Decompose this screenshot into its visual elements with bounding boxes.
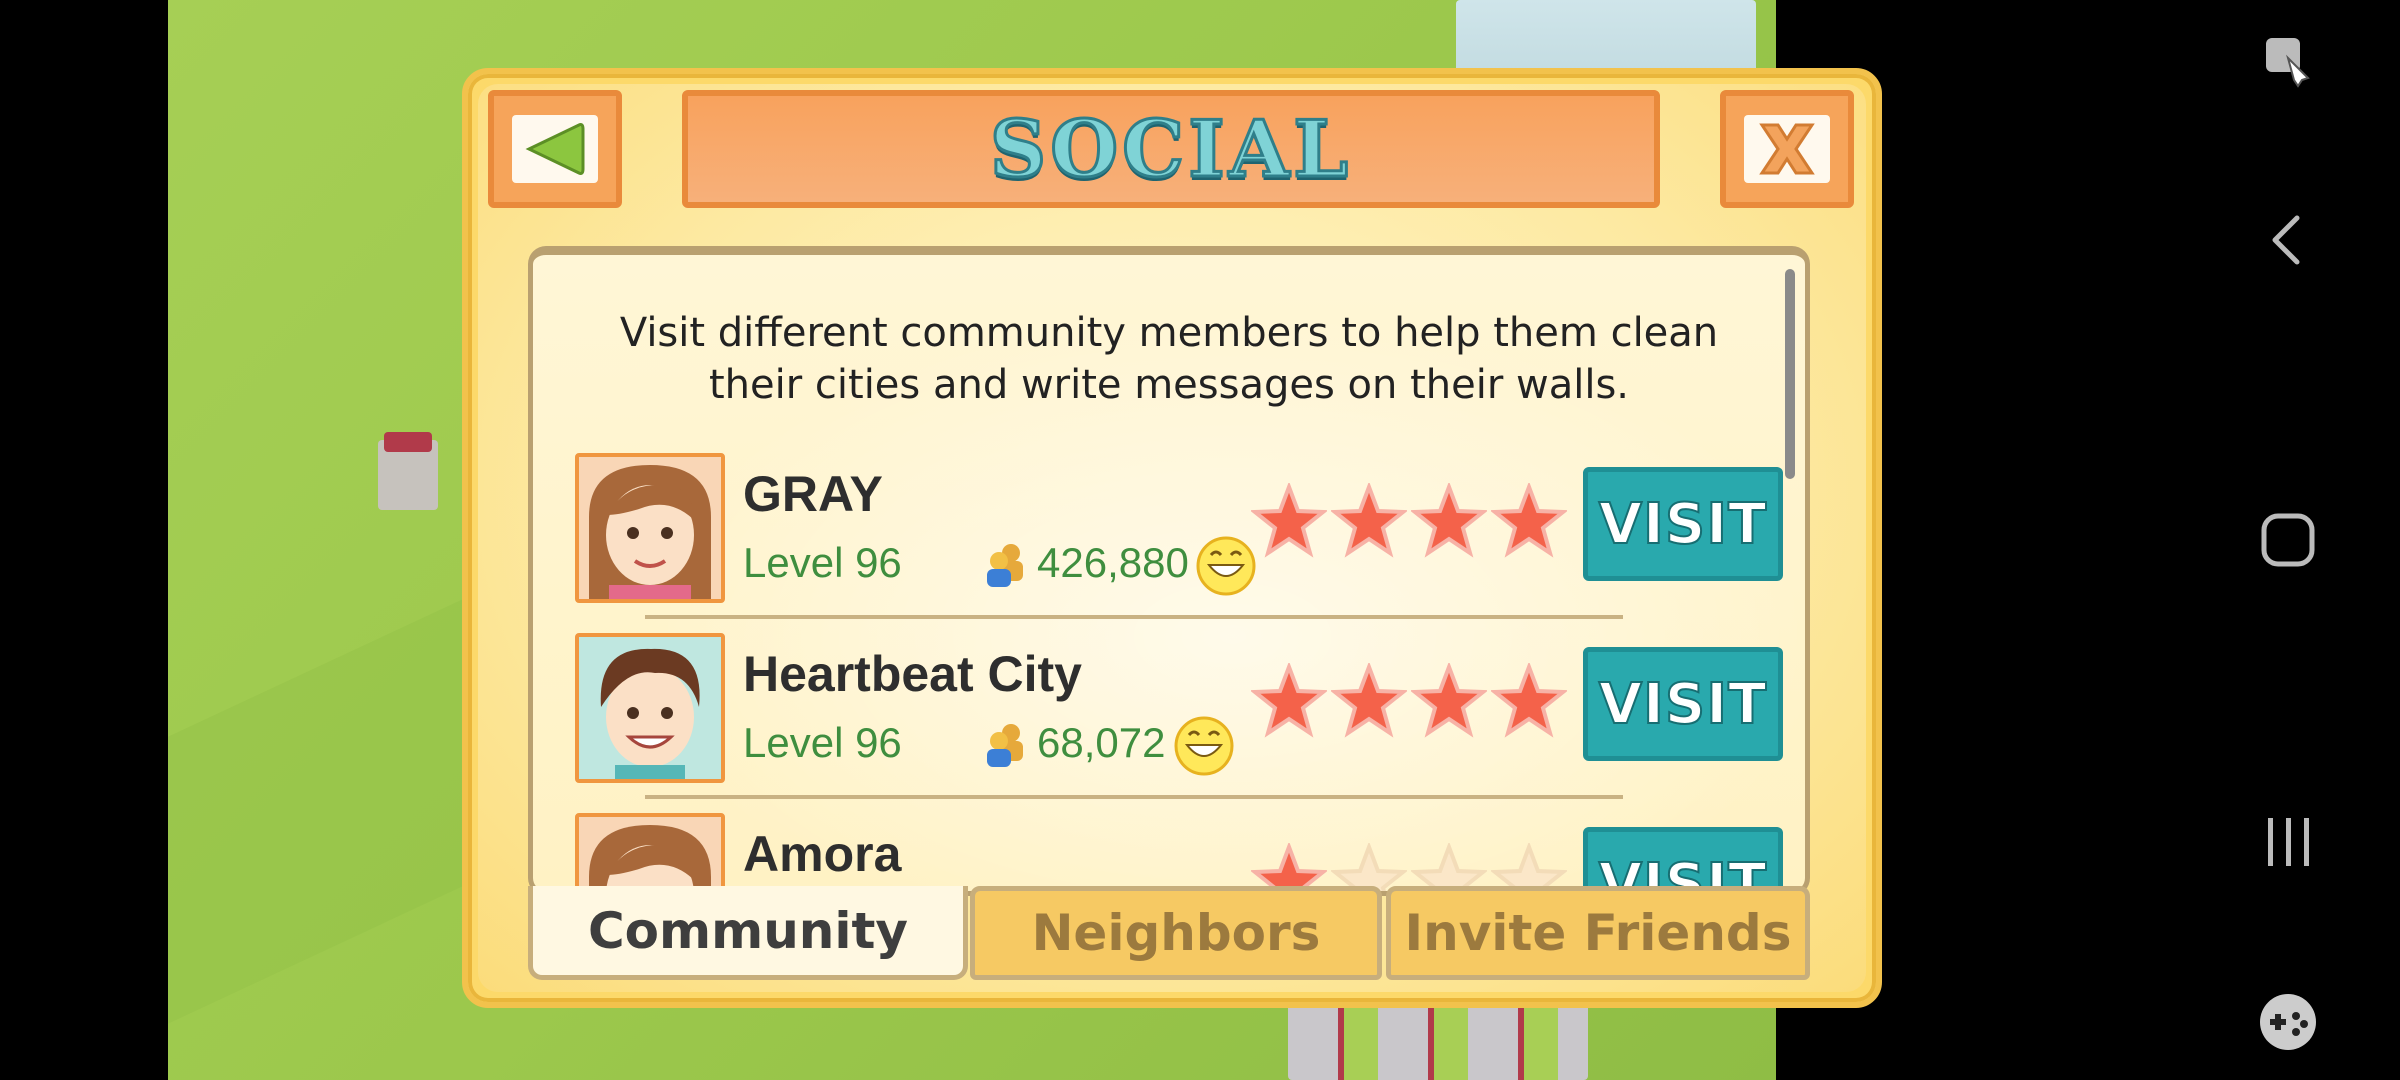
system-navigation-bar	[2176, 0, 2400, 1080]
star-icon	[1251, 483, 1327, 558]
star-icon	[1491, 663, 1567, 738]
nav-back-button[interactable]	[2242, 194, 2334, 286]
recents-icon	[2268, 818, 2309, 866]
member-level: Level 96	[743, 719, 902, 766]
left-arrow-icon	[525, 123, 585, 175]
star-icon	[1491, 483, 1567, 558]
close-button-face	[1744, 115, 1830, 183]
game-tools-button[interactable]	[2242, 976, 2334, 1068]
star-icon	[1411, 663, 1487, 738]
list-item: Amora VISIT	[575, 813, 1785, 891]
member-name: Heartbeat City	[743, 646, 1082, 702]
scrollbar[interactable]	[1785, 269, 1795, 479]
member-level: Level 96	[743, 539, 902, 586]
screenshot-button[interactable]	[2242, 14, 2334, 106]
girl-avatar-icon	[579, 817, 721, 891]
tab-community[interactable]: Community	[528, 886, 968, 980]
tab-label: Neighbors	[1031, 904, 1321, 962]
member-name: GRAY	[743, 466, 883, 522]
smile-icon	[1196, 536, 1256, 596]
visit-button[interactable]: VISIT	[1583, 467, 1783, 581]
screenshot-icon	[2266, 38, 2310, 88]
list-item: GRAY Level 96 426,880 VISIT	[575, 453, 1785, 613]
title-bar: SOCIAL	[682, 90, 1660, 208]
member-population: 426,880	[1037, 539, 1189, 586]
nav-recents-button[interactable]	[2242, 796, 2334, 888]
rating-stars	[1251, 663, 1567, 739]
visit-button[interactable]: VISIT	[1583, 647, 1783, 761]
star-icon	[1251, 663, 1327, 738]
dialog-title: SOCIAL	[988, 102, 1353, 196]
people-icon	[987, 724, 1023, 767]
star-icon	[1411, 483, 1487, 558]
star-icon	[1331, 663, 1407, 738]
community-panel[interactable]: Visit different community members to hel…	[528, 246, 1810, 896]
tab-label: Invite Friends	[1404, 904, 1792, 962]
tab-label: Community	[587, 901, 909, 960]
back-icon	[2272, 215, 2300, 265]
back-button-face	[512, 115, 598, 183]
visit-label: VISIT	[1598, 491, 1768, 558]
nav-home-button[interactable]	[2242, 494, 2334, 586]
girl-avatar-icon	[579, 457, 721, 599]
close-icon	[1759, 123, 1815, 175]
screen: SOCIAL Visit different community members…	[0, 0, 2400, 1080]
boy-avatar-icon	[579, 637, 721, 779]
home-icon	[2261, 513, 2315, 567]
people-icon	[987, 544, 1023, 587]
member-name: Amora	[743, 826, 902, 882]
avatar	[575, 813, 725, 891]
close-button[interactable]	[1720, 90, 1854, 208]
list-item: Heartbeat City Level 96 68,072 VISIT	[575, 633, 1785, 793]
city-house-left	[378, 420, 468, 540]
rating-stars	[1251, 483, 1567, 559]
city-houses-bottom	[1288, 1000, 1588, 1080]
avatar	[575, 453, 725, 603]
game-tools-icon	[2260, 994, 2316, 1050]
back-button[interactable]	[488, 90, 622, 208]
intro-text: Visit different community members to hel…	[619, 310, 1719, 408]
visit-label: VISIT	[1598, 671, 1768, 738]
tab-neighbors[interactable]: Neighbors	[970, 886, 1382, 980]
tab-invite-friends[interactable]: Invite Friends	[1386, 886, 1810, 980]
star-icon	[1331, 483, 1407, 558]
smile-icon	[1174, 716, 1234, 776]
divider	[645, 795, 1623, 799]
avatar	[575, 633, 725, 783]
divider	[645, 615, 1623, 619]
member-population: 68,072	[1037, 719, 1166, 766]
